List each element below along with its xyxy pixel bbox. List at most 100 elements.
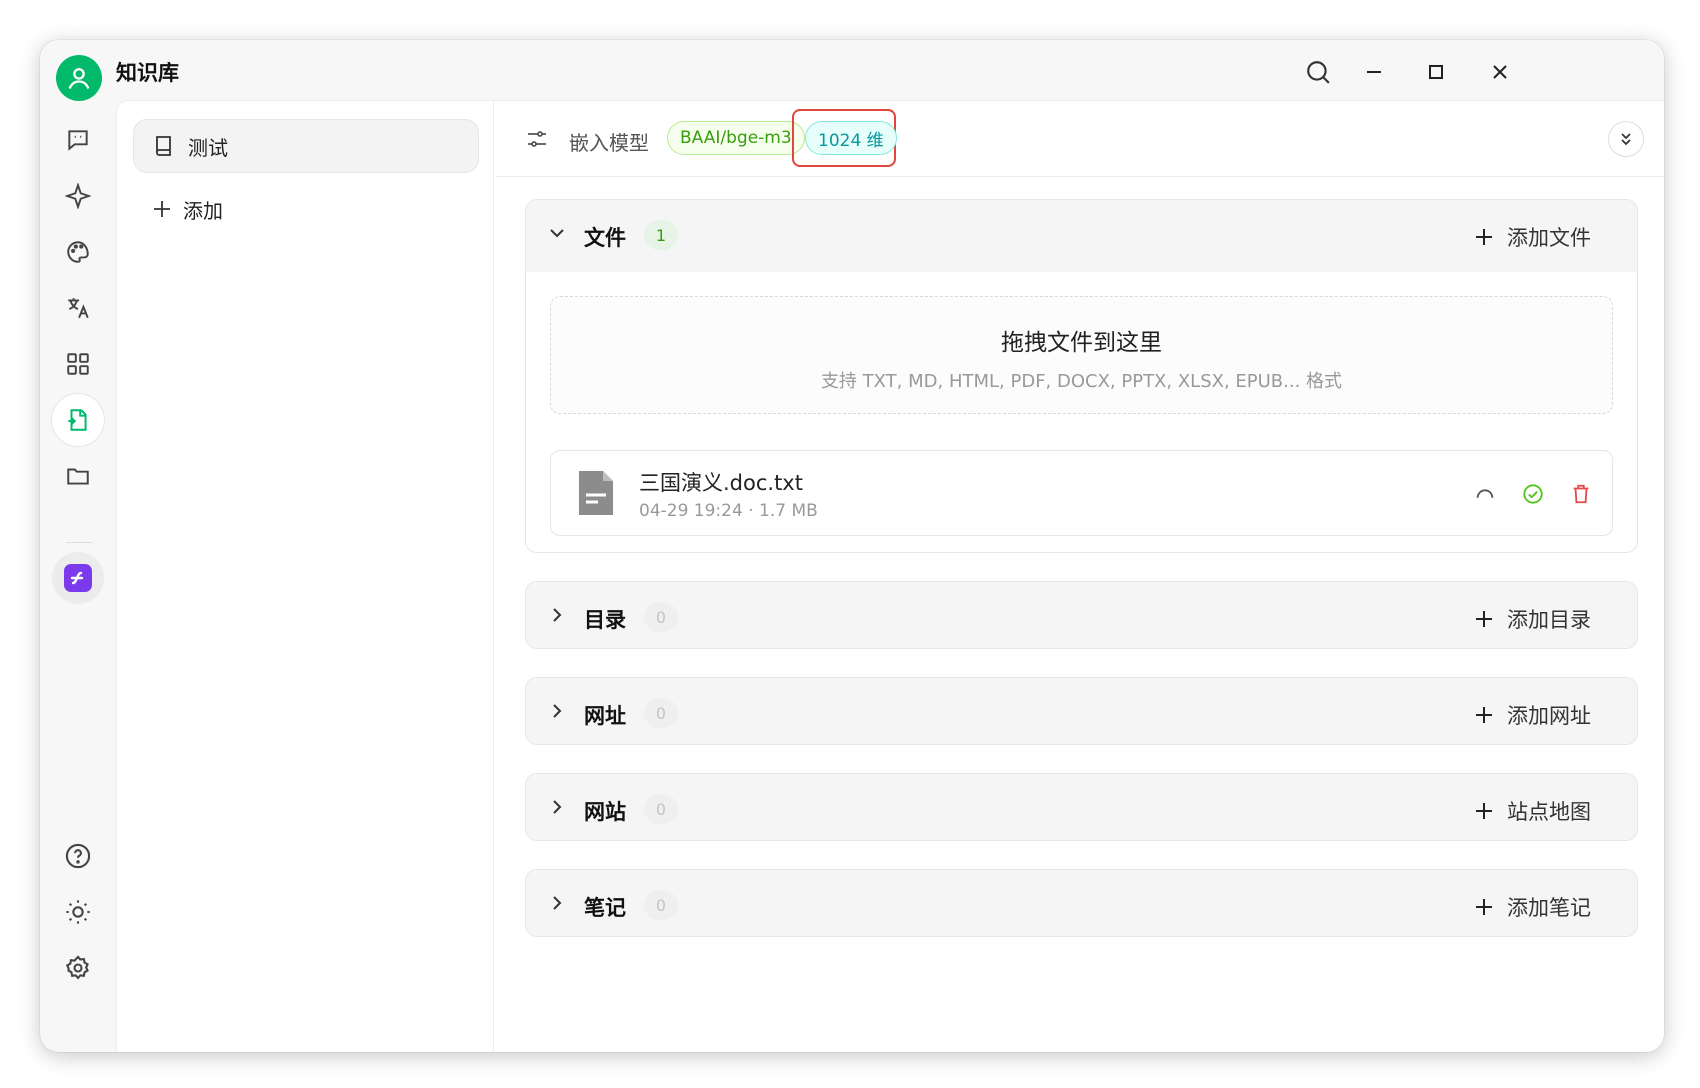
urls-panel-header[interactable]: 网址 0 添加网址 (526, 678, 1637, 744)
content-area: 测试 添加 嵌入模型 BAAI/bge-m3 1024 维 文件 1 添加文件 … (116, 100, 1664, 1052)
sites-count-badge: 0 (644, 794, 678, 824)
embed-model-tag: BAAI/bge-m3 (667, 121, 805, 155)
sun-icon (66, 900, 90, 924)
user-avatar[interactable] (56, 55, 102, 101)
dropzone-title: 拖拽文件到这里 (1001, 330, 1162, 356)
directories-panel-header[interactable]: 目录 0 添加目录 (526, 582, 1637, 648)
directories-title: 目录 (584, 608, 626, 632)
translate-icon (68, 298, 89, 319)
nav-apps[interactable] (52, 338, 104, 390)
search-icon (1307, 61, 1330, 84)
file-dropzone[interactable]: 拖拽文件到这里 支持 TXT, MD, HTML, PDF, DOCX, PPT… (550, 296, 1613, 414)
add-directory-button[interactable]: 添加目录 (1475, 604, 1591, 634)
nav-help[interactable] (52, 830, 104, 882)
knowledge-detail: 嵌入模型 BAAI/bge-m3 1024 维 文件 1 添加文件 拖拽文件到这… (495, 101, 1664, 1052)
nav-agents[interactable] (52, 170, 104, 222)
urls-panel[interactable]: 网址 0 添加网址 (525, 677, 1638, 745)
plus-icon (1476, 707, 1492, 723)
chevron-right-icon (553, 896, 562, 910)
title-bar: 知识库 (40, 40, 1664, 101)
nav-files[interactable] (52, 450, 104, 502)
gear-icon (65, 955, 89, 980)
minimize-icon (1367, 71, 1381, 73)
minimize-button[interactable] (1354, 52, 1394, 92)
file-item[interactable]: 三国演义.doc.txt 04-29 19:24 · 1.7 MB (550, 450, 1613, 536)
maximize-icon (1429, 65, 1443, 79)
dropzone-subtitle: 支持 TXT, MD, HTML, PDF, DOCX, PPTX, XLSX,… (820, 371, 1343, 392)
nav-chat[interactable] (52, 114, 104, 166)
nav-settings[interactable] (52, 942, 104, 994)
knowledge-base-list: 测试 添加 (117, 101, 494, 1052)
book-icon (156, 136, 171, 156)
urls-title: 网址 (584, 704, 626, 728)
notes-title: 笔记 (584, 896, 626, 920)
files-count-badge: 1 (644, 220, 678, 250)
add-file-label: 添加文件 (1507, 226, 1591, 250)
plus-icon (1476, 229, 1492, 245)
notes-panel[interactable]: 笔记 0 添加笔记 (525, 869, 1638, 937)
grid-icon (67, 353, 89, 375)
plus-icon (154, 201, 170, 217)
user-icon (68, 68, 90, 89)
detail-header: 嵌入模型 BAAI/bge-m3 1024 维 (495, 101, 1664, 177)
add-url-label: 添加网址 (1507, 704, 1591, 728)
add-knowledge-base-button[interactable]: 添加 (153, 191, 223, 227)
trash-icon (1573, 484, 1589, 504)
add-sitemap-button[interactable]: 站点地图 (1475, 796, 1591, 826)
add-file-button[interactable]: 添加文件 (1475, 222, 1591, 252)
directories-panel[interactable]: 目录 0 添加目录 (525, 581, 1638, 649)
knowledge-base-label: 测试 (188, 135, 228, 160)
nav-mini-app[interactable] (52, 552, 104, 604)
nav-rail (40, 100, 116, 1052)
chevron-down-icon (550, 229, 564, 238)
delete-file-button[interactable] (1568, 481, 1594, 507)
urls-count-badge: 0 (644, 698, 678, 728)
file-status-ok (1520, 481, 1546, 507)
close-button[interactable] (1480, 52, 1520, 92)
notes-panel-header[interactable]: 笔记 0 添加笔记 (526, 870, 1637, 936)
sparkle-icon (65, 183, 91, 209)
maximize-button[interactable] (1416, 52, 1456, 92)
folder-icon (67, 468, 89, 485)
embed-model-label: 嵌入模型 (569, 131, 649, 155)
chevron-right-icon (553, 608, 562, 622)
chat-icon (68, 130, 88, 151)
add-knowledge-base-label: 添加 (183, 198, 223, 223)
add-directory-label: 添加目录 (1507, 608, 1591, 632)
chevron-right-icon (553, 704, 562, 718)
embed-settings-button[interactable] (525, 127, 549, 155)
nav-knowledge[interactable] (52, 394, 104, 446)
files-panel-header[interactable]: 文件 1 添加文件 (526, 200, 1637, 272)
sites-panel-header[interactable]: 网站 0 站点地图 (526, 774, 1637, 840)
app-title: 知识库 (116, 61, 179, 85)
sites-panel[interactable]: 网站 0 站点地图 (525, 773, 1638, 841)
mini-app-icon (64, 564, 92, 592)
plus-icon (1476, 611, 1492, 627)
files-title: 文件 (584, 226, 626, 250)
rail-divider (66, 542, 92, 543)
plus-icon (1476, 899, 1492, 915)
add-note-label: 添加笔记 (1507, 896, 1591, 920)
help-icon (65, 843, 91, 869)
notes-count-badge: 0 (644, 890, 678, 920)
nav-paint[interactable] (52, 226, 104, 278)
refresh-icon (1476, 489, 1494, 498)
add-note-button[interactable]: 添加笔记 (1475, 892, 1591, 922)
search-button[interactable] (1298, 52, 1338, 92)
add-url-button[interactable]: 添加网址 (1475, 700, 1591, 730)
close-icon (1493, 65, 1507, 79)
sliders-icon (528, 131, 546, 147)
refresh-file-button[interactable] (1472, 481, 1498, 507)
knowledge-base-item[interactable]: 测试 (133, 119, 479, 173)
app-window: 知识库 测试 添加 嵌入模型 BAAI/bge-m3 1024 维 文件 1 添… (40, 40, 1664, 1052)
sites-title: 网站 (584, 800, 626, 824)
collapse-all-button[interactable] (1608, 121, 1644, 157)
chevron-right-icon (553, 800, 562, 814)
check-circle-icon (1523, 484, 1543, 504)
files-panel: 文件 1 添加文件 拖拽文件到这里 支持 TXT, MD, HTML, PDF,… (525, 199, 1638, 553)
file-meta: 04-29 19:24 · 1.7 MB (639, 501, 818, 521)
dimension-tag: 1024 维 (805, 121, 897, 155)
nav-theme[interactable] (52, 886, 104, 938)
chevrons-down-icon (1621, 133, 1631, 146)
nav-translate[interactable] (52, 282, 104, 334)
